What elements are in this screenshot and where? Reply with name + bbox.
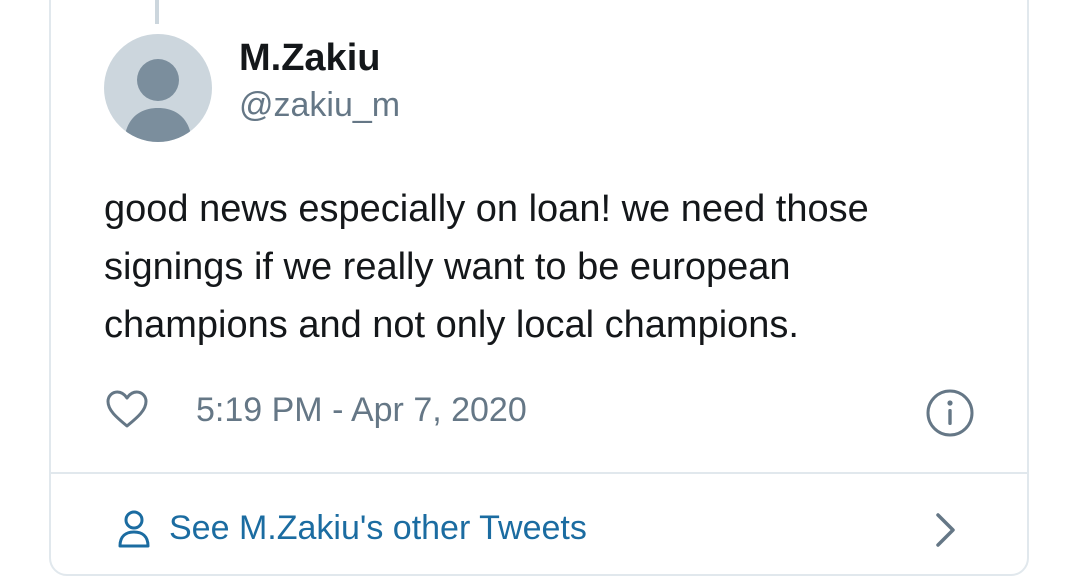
see-other-tweets-label: See M.Zakiu's other Tweets <box>169 509 587 547</box>
person-icon <box>118 510 150 548</box>
avatar[interactable] <box>104 34 212 142</box>
thread-connector-line <box>155 0 159 24</box>
heart-icon[interactable] <box>105 389 149 429</box>
tweet-timestamp[interactable]: 5:19 PM - Apr 7, 2020 <box>196 388 527 432</box>
tweet-text: good news especially on loan! we need th… <box>104 188 869 346</box>
info-icon[interactable] <box>925 388 975 438</box>
see-other-tweets-link[interactable]: See M.Zakiu's other Tweets <box>51 474 1027 579</box>
chevron-right-icon <box>936 513 955 547</box>
default-avatar-icon <box>124 59 192 142</box>
author-display-name[interactable]: M.Zakiu <box>239 35 380 81</box>
author-handle[interactable]: @zakiu_m <box>239 84 400 126</box>
